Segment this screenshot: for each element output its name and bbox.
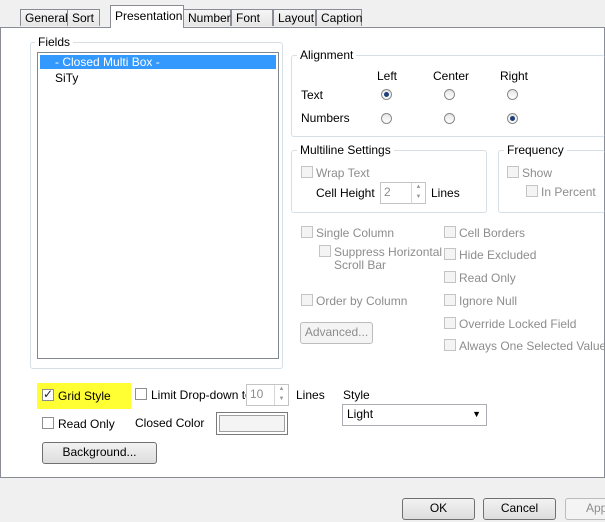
tab-number-label: Number bbox=[188, 11, 231, 25]
cell-borders-checkbox[interactable] bbox=[444, 226, 456, 238]
tab-presentation-label: Presentation bbox=[115, 9, 183, 23]
align-col-left: Left bbox=[377, 69, 398, 83]
override-locked-label: Override Locked Field bbox=[459, 317, 577, 331]
panel-border-left bbox=[0, 28, 1, 478]
tab-general[interactable]: General bbox=[20, 9, 68, 26]
tab-caption-label: Caption bbox=[321, 11, 363, 25]
ignore-null-label: Ignore Null bbox=[459, 294, 518, 308]
read-only-label: Read Only bbox=[58, 417, 115, 431]
panel-border-bottom bbox=[0, 477, 605, 478]
limit-dropdown-stepper[interactable]: 10 ▲ ▼ bbox=[246, 384, 289, 406]
ok-button[interactable]: OK bbox=[402, 498, 475, 520]
spin-up-icon[interactable]: ▲ bbox=[275, 385, 288, 395]
read-only-option-checkbox[interactable] bbox=[444, 271, 456, 283]
grid-style-checkbox[interactable] bbox=[42, 387, 54, 401]
style-select-value: Light bbox=[347, 407, 374, 421]
single-column-label: Single Column bbox=[316, 226, 395, 240]
tab-caption[interactable]: Caption bbox=[316, 9, 362, 26]
align-row-text: Text bbox=[301, 88, 324, 102]
read-only-checkbox[interactable] bbox=[42, 417, 54, 429]
always-one-selected-checkbox[interactable] bbox=[444, 339, 456, 351]
text-align-right-radio[interactable] bbox=[507, 89, 518, 100]
limit-spin-buttons[interactable]: ▲ ▼ bbox=[274, 385, 288, 405]
style-label: Style bbox=[343, 388, 370, 402]
limit-dropdown-label: Limit Drop-down to bbox=[151, 388, 252, 402]
frequency-group-title: Frequency bbox=[504, 143, 567, 157]
ignore-null-checkbox[interactable] bbox=[444, 294, 456, 306]
closed-color-swatch-inner bbox=[219, 415, 285, 432]
cell-height-value: 2 bbox=[384, 185, 391, 199]
numbers-align-left-radio[interactable] bbox=[381, 113, 392, 124]
cancel-button[interactable]: Cancel bbox=[483, 498, 556, 520]
closed-color-label: Closed Color bbox=[135, 416, 205, 430]
fields-list-item[interactable]: SiTy bbox=[40, 71, 78, 85]
closed-color-swatch[interactable] bbox=[216, 412, 288, 435]
override-locked-checkbox[interactable] bbox=[444, 317, 456, 329]
tab-layout[interactable]: Layout bbox=[273, 9, 316, 26]
align-col-center: Center bbox=[433, 69, 470, 83]
align-col-right: Right bbox=[500, 69, 529, 83]
cell-height-label: Cell Height bbox=[316, 186, 375, 200]
chevron-down-icon[interactable]: ▼ bbox=[472, 405, 481, 423]
tab-presentation[interactable]: Presentation bbox=[110, 5, 184, 28]
tab-font-label: Font bbox=[236, 11, 261, 25]
frequency-group bbox=[498, 150, 605, 213]
hide-excluded-checkbox[interactable] bbox=[444, 248, 456, 260]
advanced-button[interactable]: Advanced... bbox=[300, 322, 373, 344]
fields-listbox[interactable]: - Closed Multi Box - SiTy bbox=[37, 52, 279, 359]
cell-height-stepper[interactable]: 2 ▲ ▼ bbox=[380, 182, 426, 204]
tab-general-label: General bbox=[25, 11, 68, 25]
order-by-column-checkbox[interactable] bbox=[301, 294, 313, 306]
limit-lines-label: Lines bbox=[296, 388, 325, 402]
suppress-hscroll-checkbox[interactable] bbox=[319, 245, 331, 257]
alignment-group-title: Alignment bbox=[297, 48, 357, 62]
multiline-group-title: Multiline Settings bbox=[297, 143, 394, 157]
suppress-hscroll-label-2: Scroll Bar bbox=[334, 258, 387, 272]
cell-borders-label: Cell Borders bbox=[459, 226, 526, 240]
fields-list-item-selected[interactable]: - Closed Multi Box - bbox=[40, 55, 276, 69]
text-align-center-radio[interactable] bbox=[444, 89, 455, 100]
grid-style-label: Grid Style bbox=[58, 389, 111, 403]
spin-down-icon[interactable]: ▼ bbox=[275, 395, 288, 405]
in-percent-checkbox[interactable] bbox=[526, 185, 538, 197]
tab-layout-label: Layout bbox=[278, 11, 315, 25]
numbers-align-center-radio[interactable] bbox=[444, 113, 455, 124]
in-percent-label: In Percent bbox=[541, 185, 596, 199]
tab-font[interactable]: Font bbox=[231, 9, 273, 26]
tab-sort[interactable]: Sort bbox=[67, 9, 100, 26]
text-align-left-radio[interactable] bbox=[381, 89, 392, 100]
spin-up-icon[interactable]: ▲ bbox=[412, 183, 425, 193]
style-select[interactable]: Light ▼ bbox=[342, 404, 487, 426]
cell-height-spin-buttons[interactable]: ▲ ▼ bbox=[411, 183, 425, 203]
fields-group-title: Fields bbox=[35, 35, 74, 49]
frequency-show-label: Show bbox=[522, 166, 553, 180]
wrap-text-checkbox[interactable] bbox=[301, 166, 313, 178]
limit-dropdown-value: 10 bbox=[250, 387, 264, 401]
hide-excluded-label: Hide Excluded bbox=[459, 248, 537, 262]
frequency-show-checkbox[interactable] bbox=[507, 166, 519, 178]
wrap-text-label: Wrap Text bbox=[316, 166, 370, 180]
apply-button[interactable]: Apply bbox=[565, 498, 605, 520]
always-one-selected-label: Always One Selected Value bbox=[459, 339, 605, 353]
align-row-numbers: Numbers bbox=[301, 111, 350, 125]
cell-height-lines-label: Lines bbox=[431, 186, 460, 200]
suppress-hscroll-label-1: Suppress Horizontal bbox=[334, 245, 443, 259]
numbers-align-right-radio[interactable] bbox=[507, 113, 518, 124]
single-column-checkbox[interactable] bbox=[301, 226, 313, 238]
background-button[interactable]: Background... bbox=[42, 442, 157, 464]
order-by-column-label: Order by Column bbox=[316, 294, 408, 308]
limit-dropdown-checkbox[interactable] bbox=[135, 388, 147, 400]
read-only-option-label: Read Only bbox=[459, 271, 516, 285]
spin-down-icon[interactable]: ▼ bbox=[412, 193, 425, 203]
tab-sort-label: Sort bbox=[72, 11, 95, 25]
tab-number[interactable]: Number bbox=[183, 9, 231, 26]
